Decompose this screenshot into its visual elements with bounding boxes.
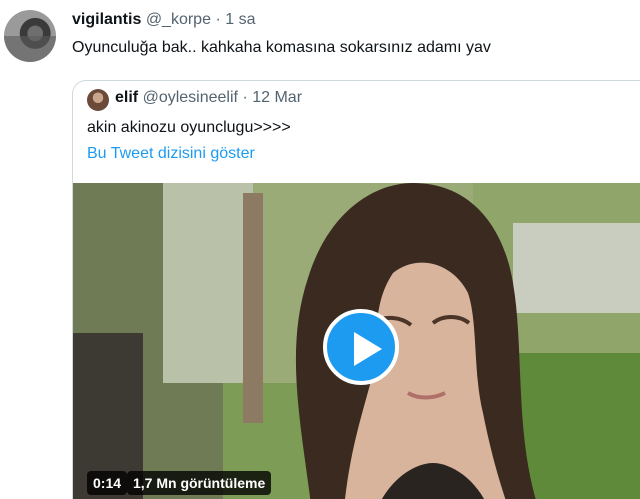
play-icon <box>354 332 382 366</box>
video-duration-badge: 0:14 <box>87 471 128 495</box>
quoted-author-name[interactable]: elif <box>115 89 138 106</box>
avatar-photo-shade <box>4 36 56 62</box>
video-views-badge: 1,7 Mn görüntüleme <box>127 471 272 495</box>
author-handle[interactable]: @_korpe <box>146 11 211 28</box>
play-button[interactable] <box>323 309 399 385</box>
quoted-tweet-date[interactable]: 12 Mar <box>252 89 302 106</box>
author-avatar[interactable] <box>4 10 56 62</box>
author-name[interactable]: vigilantis <box>72 11 141 28</box>
show-thread-link[interactable]: Bu Tweet dizisini göster <box>87 145 255 163</box>
quoted-tweet-card[interactable]: elif @oylesineelif · 12 Mar akin akinozu… <box>72 80 640 499</box>
video-player[interactable]: 0:14 1,7 Mn görüntüleme <box>73 183 640 499</box>
separator-dot: · <box>215 11 221 28</box>
quoted-author-avatar[interactable] <box>87 89 109 111</box>
quoted-separator-dot: · <box>242 89 248 106</box>
tweet-header: vigilantis @_korpe · 1 sa <box>72 11 255 29</box>
tweet[interactable]: vigilantis @_korpe · 1 sa Oyunculuğa bak… <box>0 0 640 499</box>
quoted-tweet-header: elif @oylesineelif · 12 Mar <box>115 89 302 107</box>
quoted-author-handle[interactable]: @oylesineelif <box>143 89 238 106</box>
tweet-text: Oyunculuğa bak.. kahkaha komasına sokars… <box>72 39 491 56</box>
tweet-time[interactable]: 1 sa <box>225 11 255 28</box>
quoted-tweet-text: akin akinozu oyunclugu>>>> <box>87 119 291 136</box>
